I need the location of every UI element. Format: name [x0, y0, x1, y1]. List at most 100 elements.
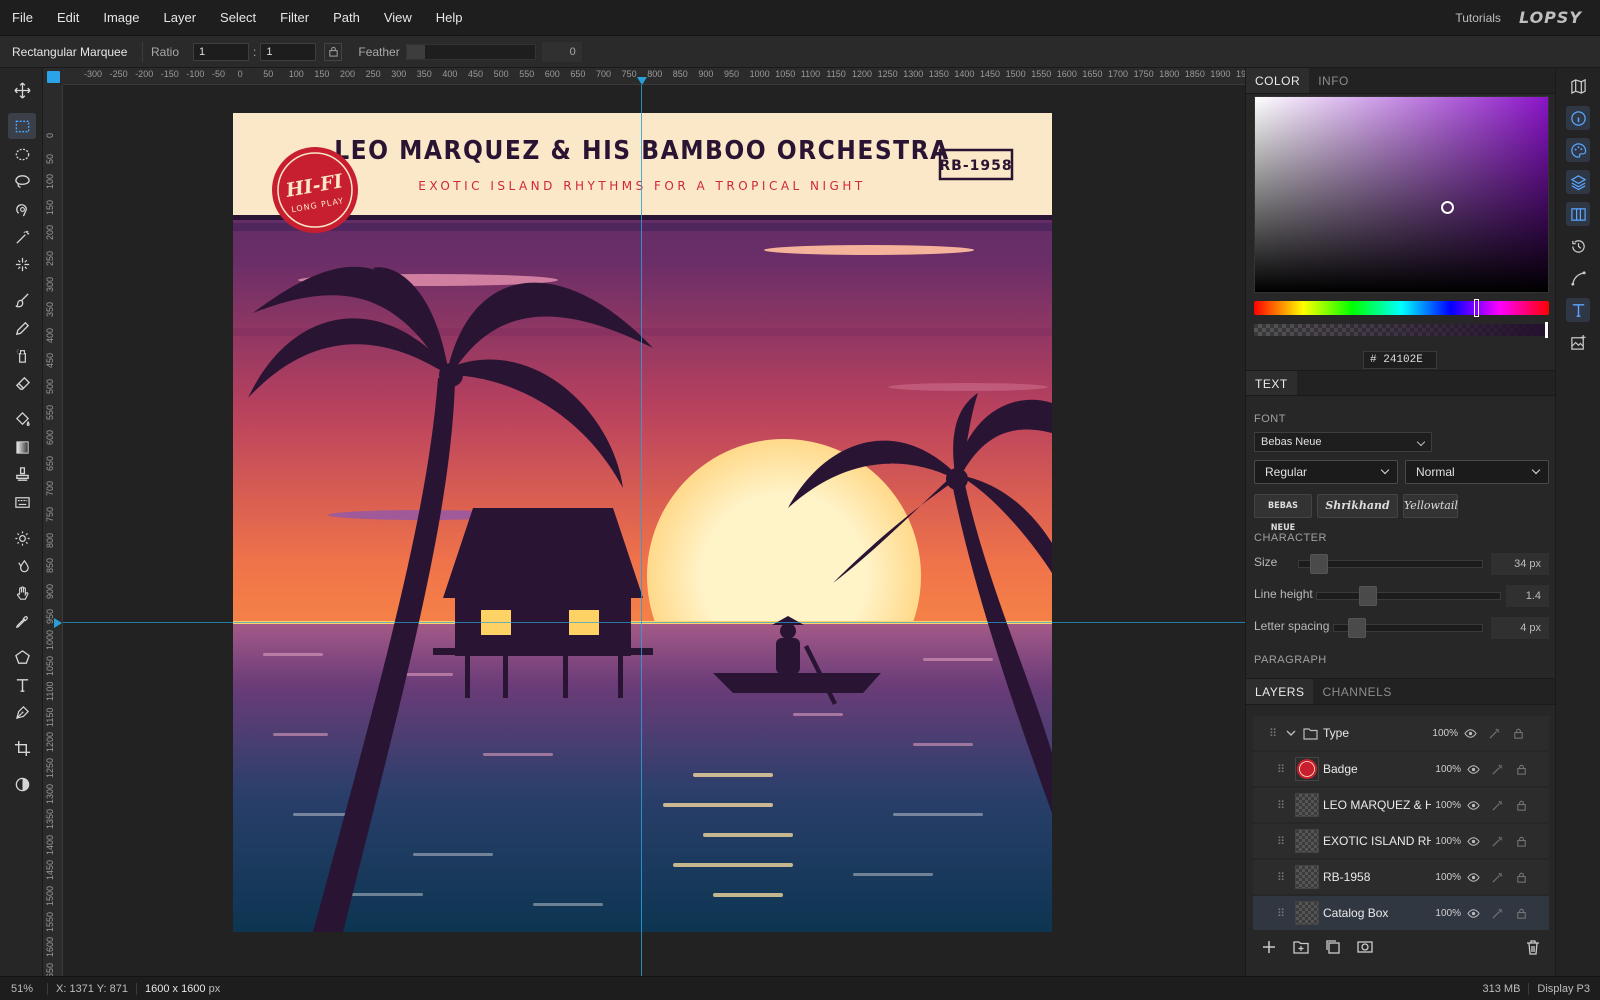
zoom-level[interactable]: 51%	[11, 983, 39, 995]
gradient-tool[interactable]	[8, 434, 36, 460]
pen-tool[interactable]	[8, 699, 36, 725]
text-button[interactable]	[1566, 298, 1590, 322]
menu-edit[interactable]: Edit	[45, 0, 91, 36]
layer-title-text[interactable]: ⠿ LEO MARQUEZ & HI 100%	[1253, 788, 1549, 822]
letter-spacing-slider-thumb[interactable]	[1348, 618, 1366, 638]
layer-opacity[interactable]: 100%	[1428, 728, 1458, 739]
layer-opacity[interactable]: 100%	[1431, 908, 1461, 919]
guide-marker-left[interactable]	[54, 618, 62, 628]
effects-toggle[interactable]	[1485, 763, 1509, 776]
eraser-tool[interactable]	[8, 370, 36, 396]
image-button[interactable]	[1566, 330, 1590, 354]
paths-button[interactable]	[1566, 266, 1590, 290]
layer-subtitle-text[interactable]: ⠿ EXOTIC ISLAND RH 100%	[1253, 824, 1549, 858]
layer-opacity[interactable]: 100%	[1431, 872, 1461, 883]
visibility-toggle[interactable]	[1461, 907, 1485, 920]
ratio-width-input[interactable]	[193, 42, 250, 61]
navigator-button[interactable]	[1566, 74, 1590, 98]
lock-toggle[interactable]	[1506, 727, 1530, 740]
color-picker-cursor[interactable]	[1441, 201, 1454, 214]
ruler-origin[interactable]	[43, 68, 63, 85]
tab-color[interactable]: COLOR	[1246, 68, 1310, 93]
lock-toggle[interactable]	[1509, 835, 1533, 848]
hex-input[interactable]: # 24102E	[1363, 351, 1437, 369]
lock-toggle[interactable]	[1509, 763, 1533, 776]
size-value[interactable]: 34 px	[1491, 553, 1549, 575]
alpha-slider-thumb[interactable]	[1545, 322, 1548, 338]
font-chip-bebas[interactable]: BEBAS NEUE	[1254, 494, 1312, 533]
font-chip-shrikhand[interactable]: Shrikhand	[1317, 494, 1398, 518]
font-family-select[interactable]: Bebas Neue	[1254, 432, 1432, 452]
visibility-toggle[interactable]	[1461, 871, 1485, 884]
move-tool[interactable]	[8, 77, 36, 103]
stamp-tool[interactable]	[8, 461, 36, 487]
delete-layer-icon[interactable]	[1524, 938, 1542, 956]
letter-spacing-value[interactable]: 4 px	[1491, 617, 1549, 639]
effects-toggle[interactable]	[1485, 871, 1509, 884]
menu-image[interactable]: Image	[91, 0, 151, 36]
catalog-number[interactable]: RB-1958	[939, 158, 1012, 174]
effects-toggle[interactable]	[1485, 835, 1509, 848]
drag-handle-icon[interactable]: ⠿	[1273, 871, 1289, 884]
color-picker-field[interactable]	[1254, 96, 1549, 293]
visibility-toggle[interactable]	[1461, 799, 1485, 812]
ratio-height-input[interactable]	[260, 42, 317, 61]
album-title[interactable]: LEO MARQUEZ & HIS BAMBOO ORCHESTRA	[334, 136, 950, 166]
album-cover-artwork[interactable]: LEO MARQUEZ & HIS BAMBOO ORCHESTRA EXOTI…	[233, 113, 1052, 932]
font-style-select[interactable]: Regular	[1254, 460, 1398, 484]
menu-help[interactable]: Help	[424, 0, 475, 36]
fill-tool[interactable]	[8, 406, 36, 432]
size-slider-thumb[interactable]	[1310, 554, 1328, 574]
dodge-tool[interactable]	[8, 525, 36, 551]
layer-opacity[interactable]: 100%	[1431, 764, 1461, 775]
hue-slider-thumb[interactable]	[1474, 299, 1479, 317]
layer-catalog-box[interactable]: ⠿ Catalog Box 100%	[1253, 896, 1549, 930]
line-height-value[interactable]: 1.4	[1506, 585, 1549, 607]
type-tool[interactable]	[8, 672, 36, 698]
channels-button[interactable]	[1566, 202, 1590, 226]
guide-marker-top[interactable]	[637, 77, 647, 85]
effects-toggle[interactable]	[1485, 907, 1509, 920]
drag-handle-icon[interactable]: ⠿	[1265, 727, 1281, 740]
lock-toggle[interactable]	[1509, 871, 1533, 884]
visibility-toggle[interactable]	[1461, 835, 1485, 848]
eyedropper-tool[interactable]	[8, 608, 36, 634]
font-chip-yellowtail[interactable]: Yellowtail	[1403, 494, 1458, 518]
layer-badge[interactable]: ⠿ Badge 100%	[1253, 752, 1549, 786]
feather-slider[interactable]	[405, 43, 536, 60]
lasso-tool[interactable]	[8, 168, 36, 194]
new-group-icon[interactable]	[1292, 938, 1310, 956]
menu-file[interactable]: File	[0, 0, 45, 36]
album-subtitle[interactable]: EXOTIC ISLAND RHYTHMS FOR A TROPICAL NIG…	[418, 179, 865, 193]
ruler-horizontal[interactable]: -300 -250 -200 -150 -100 -50 0 50 100 150 200 250 30…	[63, 68, 1245, 85]
info-button[interactable]	[1566, 106, 1590, 130]
lock-toggle[interactable]	[1509, 799, 1533, 812]
layer-group-type[interactable]: ⠿ Type 100%	[1253, 716, 1549, 750]
color-button[interactable]	[1566, 138, 1590, 162]
layer-opacity[interactable]: 100%	[1431, 836, 1461, 847]
magic-wand-tool[interactable]	[8, 224, 36, 250]
pattern-tool[interactable]	[8, 489, 36, 515]
layer-opacity[interactable]: 100%	[1431, 800, 1461, 811]
effects-toggle[interactable]	[1485, 799, 1509, 812]
menu-view[interactable]: View	[372, 0, 424, 36]
contrast-tool[interactable]	[8, 771, 36, 797]
drag-handle-icon[interactable]: ⠿	[1273, 763, 1289, 776]
spot-heal-tool[interactable]	[8, 251, 36, 277]
menu-select[interactable]: Select	[208, 0, 268, 36]
crop-tool[interactable]	[8, 735, 36, 761]
drag-handle-icon[interactable]: ⠿	[1273, 835, 1289, 848]
menu-layer[interactable]: Layer	[152, 0, 209, 36]
drag-handle-icon[interactable]: ⠿	[1273, 907, 1289, 920]
feather-value[interactable]: 0	[541, 41, 582, 62]
guide-horizontal[interactable]	[63, 622, 1245, 623]
tab-channels[interactable]: CHANNELS	[1313, 679, 1400, 704]
quick-select-tool[interactable]	[8, 196, 36, 222]
marquee-tool[interactable]	[8, 113, 36, 139]
hand-tool[interactable]	[8, 580, 36, 606]
visibility-toggle[interactable]	[1461, 763, 1485, 776]
history-button[interactable]	[1566, 234, 1590, 258]
menu-filter[interactable]: Filter	[268, 0, 321, 36]
lock-toggle[interactable]	[1509, 907, 1533, 920]
mask-layer-icon[interactable]	[1356, 938, 1374, 956]
